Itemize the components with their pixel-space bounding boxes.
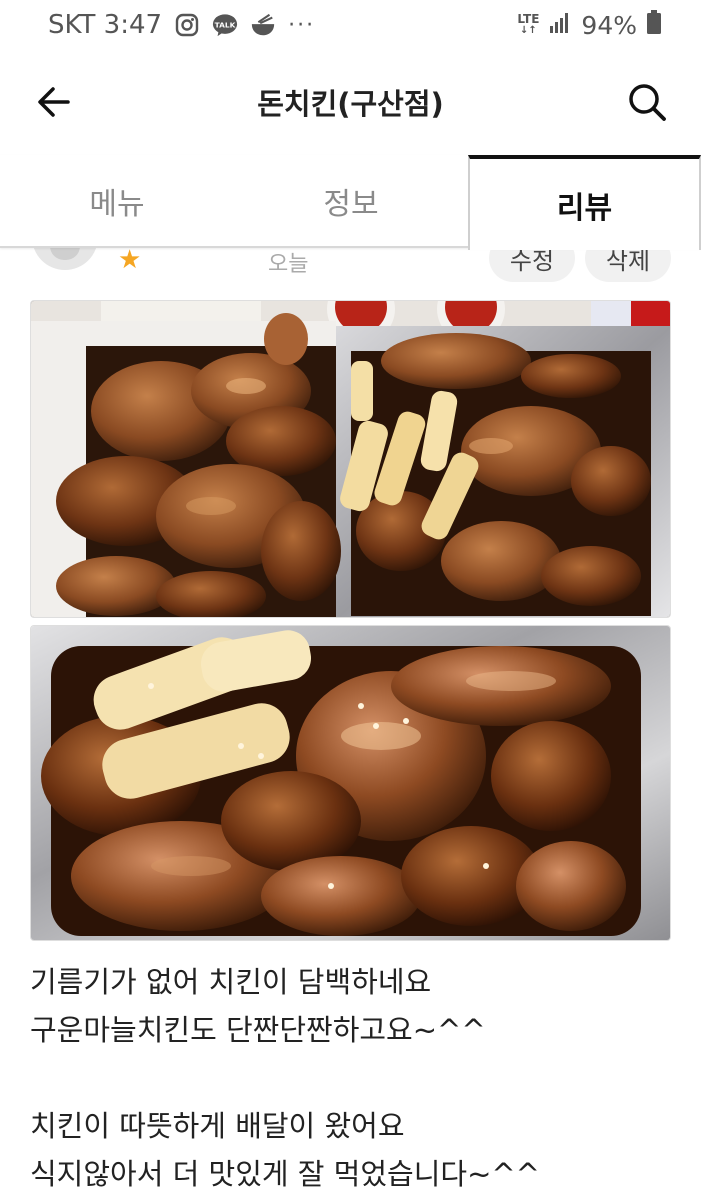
svg-text:TALK: TALK <box>215 20 236 29</box>
back-button[interactable] <box>34 82 74 122</box>
tab-info[interactable]: 정보 <box>234 155 468 246</box>
star-icon: ★ <box>118 245 142 275</box>
status-bar: SKT 3:47 TALK ··· LTE ↓↑ 94% <box>0 0 701 50</box>
status-left: SKT 3:47 TALK ··· <box>48 10 315 40</box>
signal-icon <box>549 11 571 40</box>
data-arrows-icon: ↓↑ <box>520 25 537 36</box>
tab-review[interactable]: 리뷰 <box>468 155 701 250</box>
review-date: 오늘 <box>268 252 309 277</box>
review-photo-2[interactable] <box>30 625 671 941</box>
review-text-line: 구운마늘치킨도 단짠단짠하고요~^^ <box>30 1013 486 1047</box>
review-text-line: 식지않아서 더 맛있게 잘 먹었습니다~^^ <box>30 1157 540 1188</box>
more-notifications-indicator: ··· <box>288 12 316 38</box>
battery-icon <box>647 10 661 40</box>
search-icon <box>629 84 666 121</box>
app-header: 돈치킨(구산점) <box>0 60 701 144</box>
lte-indicator: LTE ↓↑ <box>517 13 539 37</box>
instagram-icon <box>174 12 200 38</box>
food-bowl-icon <box>250 12 276 38</box>
arrow-left-icon <box>38 87 70 117</box>
review-text-line <box>30 1054 670 1102</box>
tab-bar: 메뉴 정보 리뷰 <box>0 155 701 250</box>
review-text-line: 기름기가 없어 치킨이 담백하네요 <box>30 965 432 999</box>
page-title: 돈치킨(구산점) <box>257 87 444 121</box>
status-right: LTE ↓↑ 94% <box>517 10 661 40</box>
chicken-photo-2 <box>31 626 670 940</box>
review-text: 기름기가 없어 치킨이 담백하네요 구운마늘치킨도 단짠단짠하고요~^^ 치킨이… <box>30 958 670 1188</box>
chicken-photo-1 <box>31 301 670 617</box>
carrier-time: SKT 3:47 <box>48 10 163 40</box>
network-type: LTE <box>517 12 540 26</box>
search-button[interactable] <box>625 80 669 124</box>
tab-menu[interactable]: 메뉴 <box>0 155 234 246</box>
review-text-line: 치킨이 따뜻하게 배달이 왔어요 <box>30 1109 405 1143</box>
battery-percent: 94% <box>581 10 637 40</box>
kakaotalk-icon: TALK <box>212 12 238 38</box>
review-photo-1[interactable] <box>30 300 671 618</box>
